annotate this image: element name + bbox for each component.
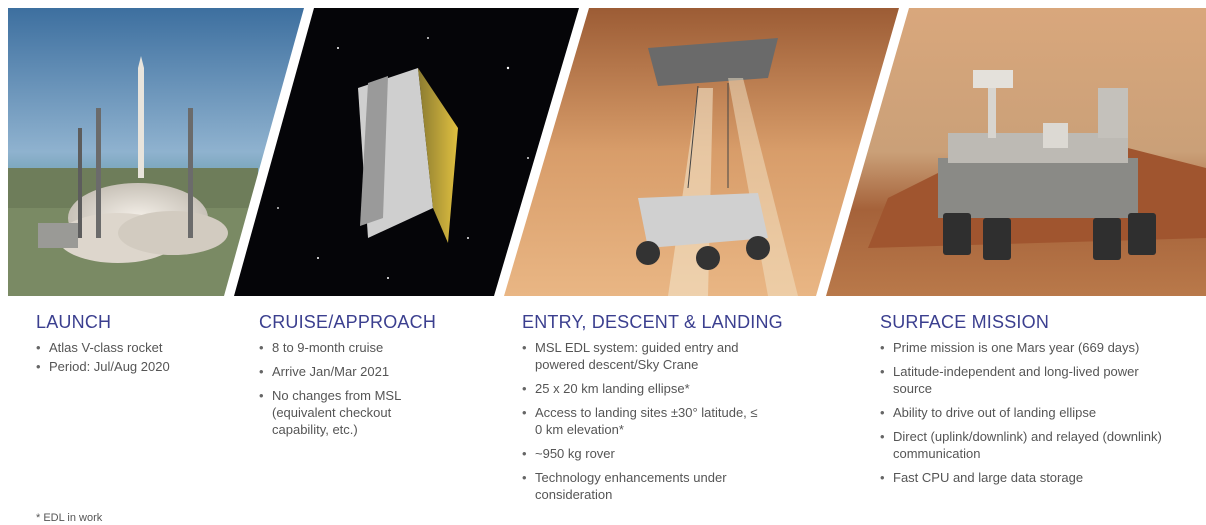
surface-bullet: Fast CPU and large data storage [880, 469, 1165, 486]
edl-section: ENTRY, DESCENT & LANDING MSL EDL system:… [522, 312, 812, 510]
surface-bullet-list: Prime mission is one Mars year (669 days… [880, 339, 1165, 486]
edl-bullet: Access to landing sites ±30° latitude, ≤… [522, 404, 767, 438]
cruise-bullet: No changes from MSL (equivalent checkout… [259, 387, 434, 438]
surface-bullet: Prime mission is one Mars year (669 days… [880, 339, 1165, 356]
edl-heading: ENTRY, DESCENT & LANDING [522, 312, 783, 332]
launch-heading: LAUNCH [36, 312, 112, 332]
cruise-bullet: 8 to 9-month cruise [259, 339, 434, 356]
surface-heading: SURFACE MISSION [880, 312, 1050, 332]
launch-bullet: Atlas V-class rocket [36, 339, 236, 356]
surface-bullet: Direct (uplink/downlink) and relayed (do… [880, 428, 1165, 462]
cruise-section: CRUISE/APPROACH 8 to 9-month cruise Arri… [259, 312, 469, 445]
cruise-bullet: Arrive Jan/Mar 2021 [259, 363, 434, 380]
mission-phase-image-banner [8, 8, 1206, 296]
launch-bullet: Period: Jul/Aug 2020 [36, 358, 236, 375]
surface-bullet: Latitude-independent and long-lived powe… [880, 363, 1165, 397]
launch-bullet-list: Atlas V-class rocket Period: Jul/Aug 202… [36, 339, 236, 375]
edl-bullet: ~950 kg rover [522, 445, 767, 462]
edl-bullet-list: MSL EDL system: guided entry and powered… [522, 339, 767, 503]
cruise-heading: CRUISE/APPROACH [259, 312, 437, 332]
cruise-bullet-list: 8 to 9-month cruise Arrive Jan/Mar 2021 … [259, 339, 434, 438]
surface-bullet: Ability to drive out of landing ellipse [880, 404, 1165, 421]
edl-bullet: Technology enhancements under considerat… [522, 469, 767, 503]
launch-section: LAUNCH Atlas V-class rocket Period: Jul/… [36, 312, 236, 377]
footnote: * EDL in work [36, 512, 103, 524]
edl-bullet: 25 x 20 km landing ellipse* [522, 380, 767, 397]
edl-bullet: MSL EDL system: guided entry and powered… [522, 339, 767, 373]
surface-section: SURFACE MISSION Prime mission is one Mar… [880, 312, 1180, 493]
